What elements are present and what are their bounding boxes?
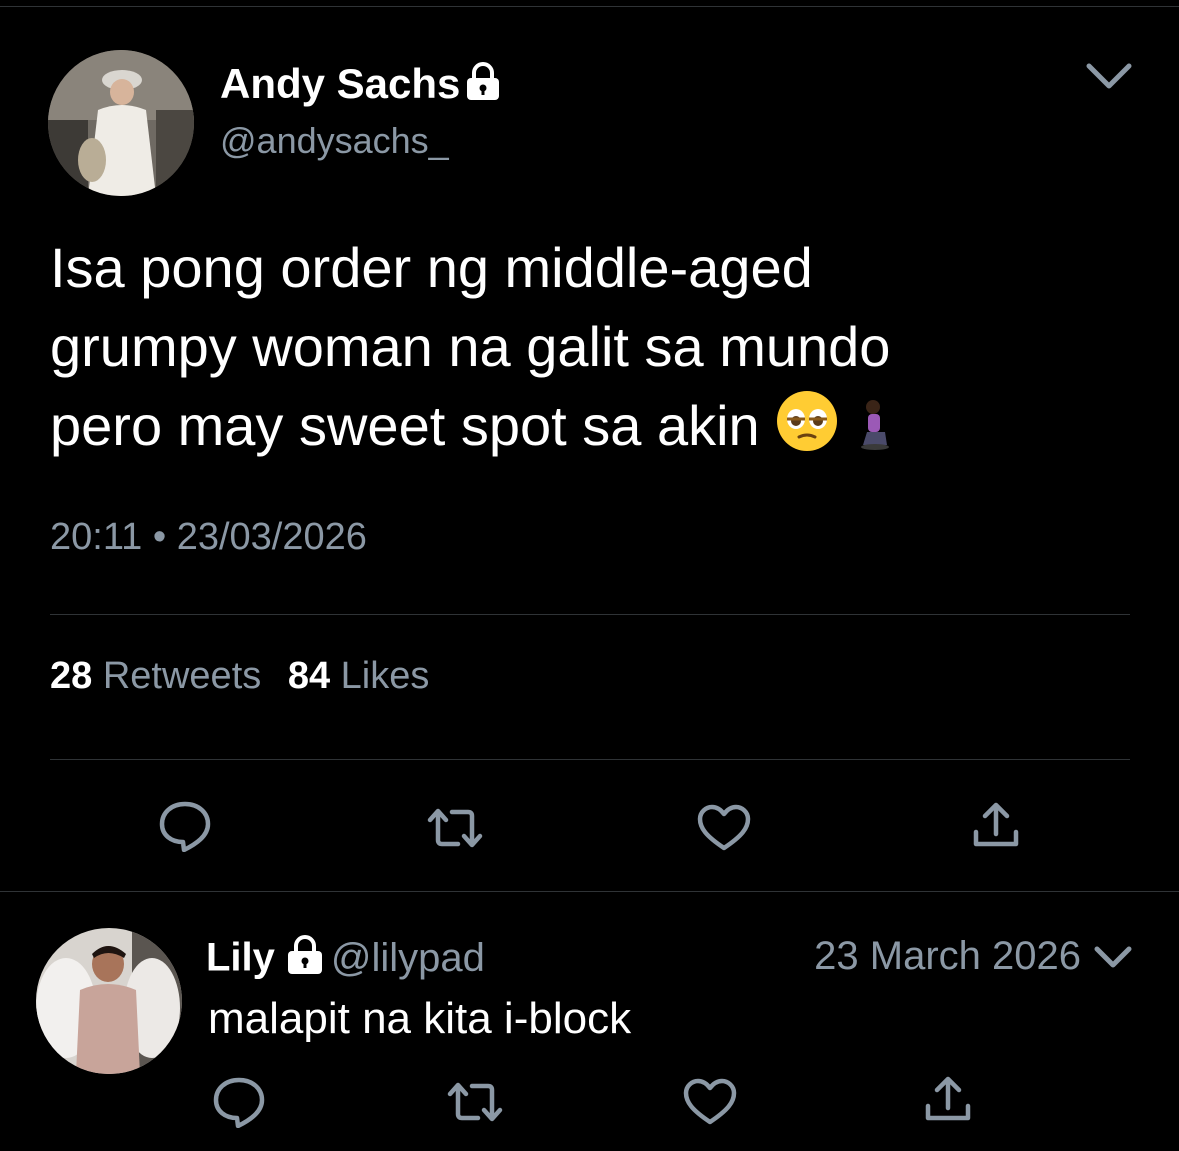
retweets-label: Retweets xyxy=(102,655,262,697)
retweets-stat[interactable]: 28 Retweets xyxy=(50,655,261,697)
retweet-icon[interactable] xyxy=(446,1080,504,1129)
tweet-stats: 28 Retweets 84 Likes xyxy=(50,655,429,698)
reply-author-name[interactable]: Lily xyxy=(206,936,275,980)
reply-icon[interactable] xyxy=(212,1076,266,1133)
like-icon[interactable] xyxy=(682,1078,738,1131)
tweet-text-line: Isa pong order ng middle-aged xyxy=(50,236,813,299)
tweet-text-line: grumpy woman na galit sa mundo xyxy=(50,315,891,378)
stats-bottom-divider xyxy=(50,759,1130,760)
likes-count: 84 xyxy=(287,655,331,697)
stats-top-divider xyxy=(50,614,1130,615)
reply-author-handle[interactable]: @lilypad xyxy=(331,936,485,980)
reply-date[interactable]: 23 March 2026 xyxy=(814,934,1081,979)
reply-header: Lily @lilypad xyxy=(206,934,485,986)
author-name-text: Andy Sachs xyxy=(220,60,461,107)
reply-text: malapit na kita i-block xyxy=(208,994,632,1043)
lock-icon xyxy=(464,61,502,112)
retweet-icon[interactable] xyxy=(426,806,484,855)
chevron-down-icon[interactable] xyxy=(1092,940,1134,974)
likes-label: Likes xyxy=(340,655,430,697)
likes-stat[interactable]: 84 Likes xyxy=(288,655,430,697)
share-icon[interactable] xyxy=(972,800,1020,857)
tweet-timestamp: 20:11 • 23/03/2026 xyxy=(50,516,367,559)
tweet-time: 20:11 xyxy=(50,516,143,558)
avatar[interactable] xyxy=(48,50,194,196)
chevron-down-icon[interactable] xyxy=(1084,56,1134,96)
pleading-face-emoji xyxy=(775,389,839,473)
lock-icon xyxy=(285,934,325,986)
tweet-text-line: pero may sweet spot sa akin xyxy=(50,394,760,457)
top-divider xyxy=(0,6,1179,7)
reply-avatar[interactable] xyxy=(36,928,182,1074)
retweets-count: 28 xyxy=(50,655,93,697)
like-icon[interactable] xyxy=(696,804,752,857)
tweet-date: 23/03/2026 xyxy=(176,516,367,558)
author-handle[interactable]: @andysachs_ xyxy=(220,120,449,162)
share-icon[interactable] xyxy=(924,1074,972,1131)
reply-divider xyxy=(0,891,1179,892)
kneeling-woman-emoji xyxy=(855,394,895,473)
tweet-text: Isa pong order ng middle-aged grumpy wom… xyxy=(50,228,1130,473)
meta-separator: • xyxy=(152,516,167,558)
tweet-text-line-with-emoji: pero may sweet spot sa akin xyxy=(50,386,1130,473)
reply-icon[interactable] xyxy=(158,800,212,857)
author-name[interactable]: Andy Sachs xyxy=(220,60,502,112)
